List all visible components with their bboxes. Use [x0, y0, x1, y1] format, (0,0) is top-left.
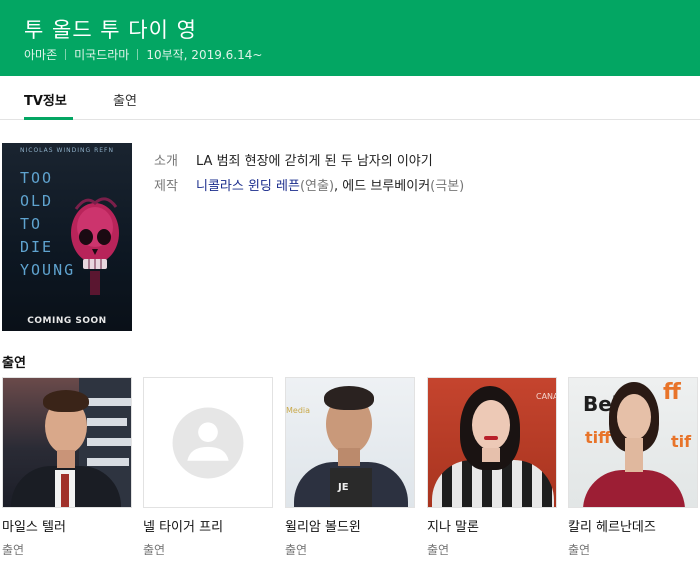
meta-divider	[137, 49, 139, 60]
drama-title: 투 올드 투 다이 영	[24, 18, 197, 42]
cast-card[interactable]: 마일스 텔러 출연	[2, 377, 134, 558]
info-intro-row: 소개 LA 범죄 현장에 갇히게 된 두 남자의 이야기	[154, 150, 433, 169]
cast-role: 출연	[285, 543, 308, 557]
drama-header: 투 올드 투 다이 영 아마존 미국드라마 10부작, 2019.6.14~	[0, 0, 700, 76]
cast-photo[interactable]	[143, 377, 273, 508]
info-credit-row: 제작 니콜라스 윈딩 레픈(연출), 에드 브루베이커(극본)	[154, 175, 464, 194]
tab-cast[interactable]: 출연	[113, 90, 137, 109]
intro-text: LA 범죄 현장에 갇히게 된 두 남자의 이야기	[196, 154, 433, 169]
cast-role: 출연	[2, 543, 25, 557]
cast-card[interactable]: Bell ff tiff tif 칼리 헤르난데즈 출연	[568, 377, 700, 558]
active-tab-indicator	[24, 117, 73, 120]
cast-name[interactable]: 마일스 텔러	[2, 516, 134, 535]
cast-name[interactable]: 윌리암 볼드윈	[285, 516, 417, 535]
skull-illustration	[71, 197, 119, 295]
poster-coming-soon: COMING SOON	[27, 316, 107, 326]
credit-label: 제작	[154, 179, 178, 194]
meta-genre: 미국드라마	[74, 48, 130, 62]
director-role: (연출)	[299, 179, 335, 194]
drama-meta: 아마존 미국드라마 10부작, 2019.6.14~	[24, 46, 262, 63]
cast-role: 출연	[427, 543, 450, 557]
tab-tv-info[interactable]: TV정보	[24, 90, 67, 109]
meta-episodes-date: 10부작, 2019.6.14~	[146, 48, 263, 62]
cast-card[interactable]: CANA 지나 말론 출연	[427, 377, 559, 558]
cast-photo[interactable]: CANA	[427, 377, 557, 508]
cast-name[interactable]: 칼리 헤르난데즈	[568, 516, 700, 535]
cast-role: 출연	[143, 543, 166, 557]
cast-photo[interactable]	[2, 377, 132, 508]
intro-label: 소개	[154, 154, 178, 169]
cast-section-heading: 출연	[2, 356, 26, 371]
writer-name[interactable]: 에드 브루베이커	[342, 179, 430, 194]
poster-director-text: NICOLAS WINDING REFN	[20, 147, 114, 154]
cast-card[interactable]: 넬 타이거 프리 출연	[143, 377, 275, 558]
meta-network[interactable]: 아마존	[24, 46, 57, 63]
cast-card[interactable]: Media JE 윌리암 볼드윈 출연	[285, 377, 417, 558]
cast-name[interactable]: 지나 말론	[427, 516, 559, 535]
writer-role: (극본)	[430, 179, 465, 194]
cast-role: 출연	[568, 543, 591, 557]
cast-photo[interactable]: Bell ff tiff tif	[568, 377, 698, 508]
meta-divider	[65, 49, 67, 60]
tab-bar: TV정보 출연	[0, 76, 700, 120]
drama-poster[interactable]: NICOLAS WINDING REFN TOO OLD TO DIE YOUN…	[2, 143, 132, 331]
cast-name[interactable]: 넬 타이거 프리	[143, 516, 275, 535]
cast-photo[interactable]: Media JE	[285, 377, 415, 508]
person-placeholder-icon	[172, 407, 244, 479]
director-link[interactable]: 니콜라스 윈딩 레픈	[196, 179, 300, 194]
